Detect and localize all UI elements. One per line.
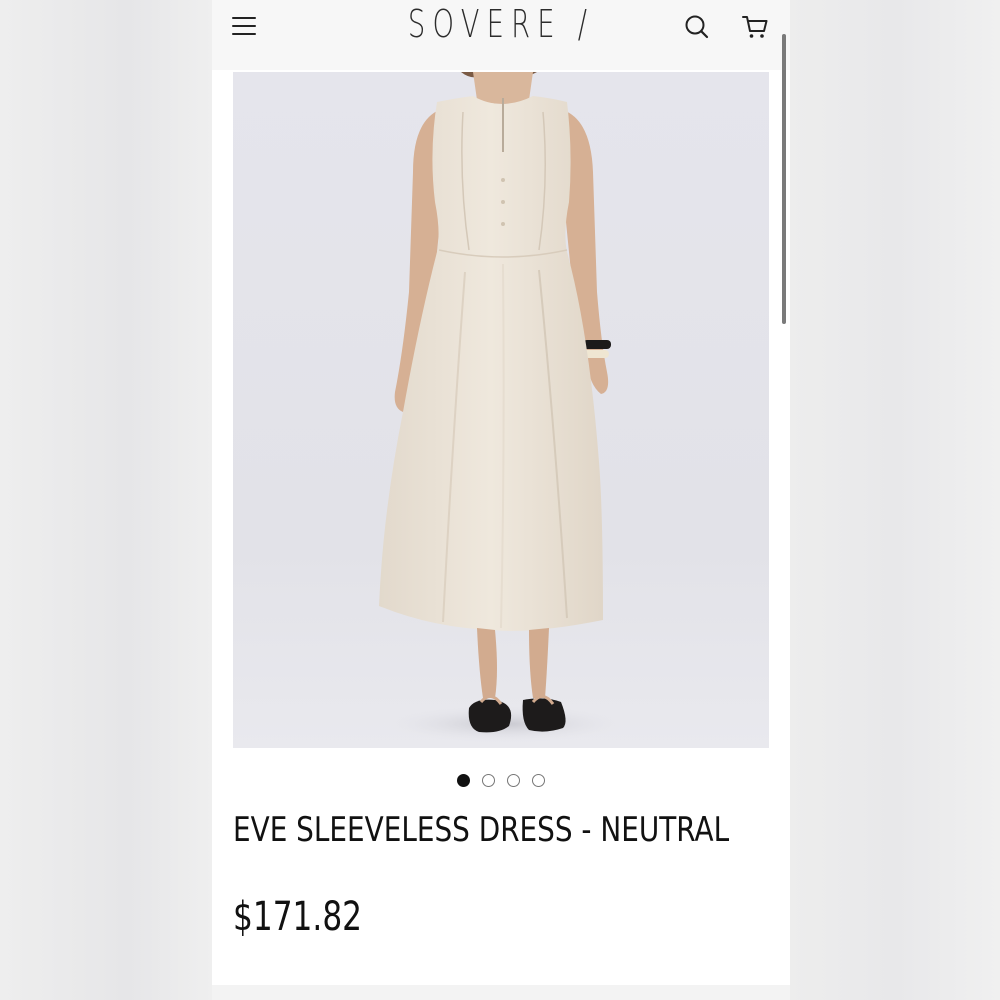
search-icon[interactable]: [682, 12, 712, 42]
carousel-dot-3[interactable]: [507, 774, 520, 787]
carousel-dot-2[interactable]: [482, 774, 495, 787]
hamburger-menu-icon[interactable]: [232, 17, 256, 37]
scrollbar[interactable]: [782, 34, 786, 324]
carousel-dots: [212, 774, 790, 787]
cart-icon[interactable]: [740, 12, 770, 42]
product-price: $171.82: [233, 894, 363, 940]
product-image[interactable]: [233, 72, 769, 748]
site-header: SOVERE /: [212, 0, 790, 70]
mobile-page: SOVERE / EVE SLEEVELESS DRESS - NEUTRAL …: [212, 0, 790, 985]
product-title: EVE SLEEVELESS DRESS - NEUTRAL: [233, 810, 730, 850]
brand-logo[interactable]: SOVERE /: [293, 2, 709, 46]
background-blur-left: [0, 0, 212, 1000]
carousel-dot-1[interactable]: [457, 774, 470, 787]
background-blur-right: [790, 0, 1000, 1000]
carousel-dot-4[interactable]: [532, 774, 545, 787]
